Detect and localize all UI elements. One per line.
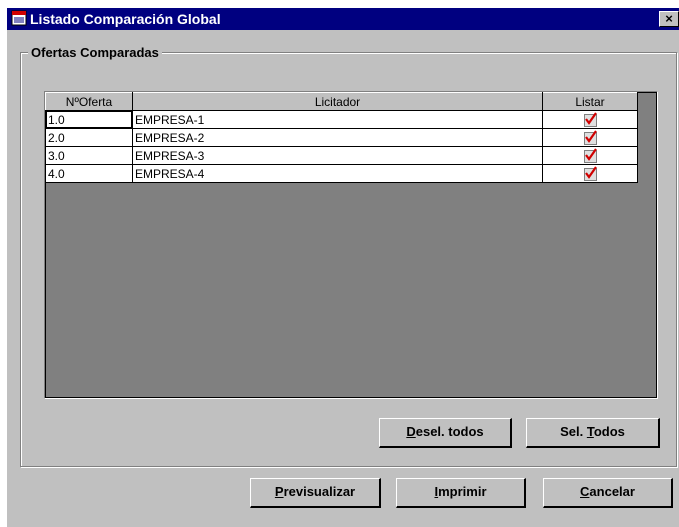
group-title: Ofertas Comparadas bbox=[28, 45, 162, 60]
listar-checkbox[interactable] bbox=[583, 130, 597, 145]
select-label: odos bbox=[593, 424, 625, 439]
checkmark-icon bbox=[584, 130, 597, 143]
cell-num[interactable]: 1.0 bbox=[45, 110, 133, 129]
deselect-label: esel. todos bbox=[415, 424, 484, 439]
column-header-listar[interactable]: Listar bbox=[542, 92, 638, 111]
cell-listar[interactable] bbox=[542, 128, 638, 147]
select-prefix: Sel. bbox=[560, 424, 587, 439]
cell-listar[interactable] bbox=[542, 146, 638, 165]
cancel-button[interactable]: Cancelar bbox=[543, 478, 673, 508]
cell-licitador[interactable]: EMPRESA-3 bbox=[132, 146, 543, 165]
cell-licitador[interactable]: EMPRESA-2 bbox=[132, 128, 543, 147]
checkmark-icon bbox=[584, 148, 597, 161]
cell-num[interactable]: 3.0 bbox=[45, 146, 133, 165]
deselect-mnemonic: D bbox=[406, 424, 416, 439]
cancel-mnemonic: C bbox=[580, 484, 590, 499]
listar-checkbox[interactable] bbox=[583, 166, 597, 181]
cell-listar[interactable] bbox=[542, 164, 638, 183]
window-title: Listado Comparación Global bbox=[30, 11, 221, 27]
select-all-button[interactable]: Sel. Todos bbox=[526, 418, 660, 448]
checkmark-icon bbox=[584, 166, 597, 179]
preview-label: revisualizar bbox=[283, 484, 356, 499]
print-button[interactable]: Imprimir bbox=[396, 478, 526, 508]
table-row[interactable]: 4.0 EMPRESA-4 bbox=[45, 164, 638, 183]
table-row[interactable]: 3.0 EMPRESA-3 bbox=[45, 146, 638, 165]
cell-num[interactable]: 4.0 bbox=[45, 164, 133, 183]
preview-mnemonic: P bbox=[274, 484, 284, 499]
table-row[interactable]: 1.0 EMPRESA-1 bbox=[45, 110, 638, 129]
listar-checkbox[interactable] bbox=[583, 148, 597, 163]
cell-num[interactable]: 2.0 bbox=[45, 128, 133, 147]
offers-grid[interactable]: NºOferta Licitador Listar 1.0 EMPRESA-1 … bbox=[44, 91, 658, 399]
cell-listar[interactable] bbox=[542, 110, 638, 129]
column-header-num[interactable]: NºOferta bbox=[45, 92, 133, 111]
table-row[interactable]: 2.0 EMPRESA-2 bbox=[45, 128, 638, 147]
cell-licitador[interactable]: EMPRESA-1 bbox=[132, 110, 543, 129]
cell-licitador[interactable]: EMPRESA-4 bbox=[132, 164, 543, 183]
title-bar[interactable]: Listado Comparación Global × bbox=[7, 8, 679, 30]
checkmark-icon bbox=[584, 112, 597, 125]
print-label: mprimir bbox=[438, 484, 487, 499]
column-header-licitador[interactable]: Licitador bbox=[132, 92, 543, 111]
table-header-row: NºOferta Licitador Listar bbox=[45, 92, 638, 111]
report-dialog: Listado Comparación Global × Ofertas Com… bbox=[7, 8, 679, 527]
offers-table: NºOferta Licitador Listar 1.0 EMPRESA-1 … bbox=[45, 92, 638, 183]
listar-checkbox[interactable] bbox=[583, 112, 597, 127]
select-mnemonic: T bbox=[586, 424, 594, 439]
deselect-all-button[interactable]: Desel. todos bbox=[379, 418, 512, 448]
preview-button[interactable]: Previsualizar bbox=[250, 478, 381, 508]
app-icon bbox=[11, 10, 27, 26]
close-icon: × bbox=[665, 11, 673, 26]
cancel-label: ancelar bbox=[589, 484, 635, 499]
close-button[interactable]: × bbox=[659, 11, 679, 27]
